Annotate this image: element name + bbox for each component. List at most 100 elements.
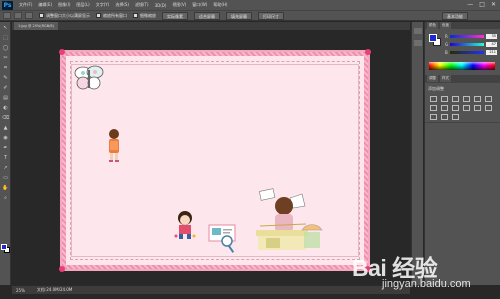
close-button[interactable]: ✕: [491, 0, 496, 10]
tab-adjustments[interactable]: 调整: [427, 75, 438, 82]
menu-image[interactable]: 图像(I): [58, 2, 70, 8]
zoom-in-icon[interactable]: [14, 12, 22, 19]
eyedropper-tool-icon[interactable]: ✎: [1, 75, 10, 82]
panel-dock-strip: [411, 22, 423, 285]
paper-background: [66, 56, 364, 265]
document-canvas[interactable]: [59, 49, 371, 272]
resize-windows-checkbox[interactable]: [39, 13, 44, 18]
zoom-out-icon[interactable]: [25, 12, 33, 19]
threshold-icon[interactable]: [430, 114, 437, 120]
adjustments-panel-tabs: 调整 样式: [425, 75, 500, 82]
menu-window[interactable]: 窗口(W): [192, 2, 207, 8]
path-select-tool-icon[interactable]: ↗: [1, 165, 10, 172]
posterize-icon[interactable]: [485, 105, 492, 111]
healing-tool-icon[interactable]: ✐: [1, 85, 10, 92]
clone-stamp-tool-icon[interactable]: ◐: [1, 105, 10, 112]
eraser-tool-icon[interactable]: ⌫: [1, 115, 10, 122]
green-value-field[interactable]: 47: [486, 41, 497, 47]
maximize-button[interactable]: □: [479, 0, 485, 10]
invert-icon[interactable]: [474, 105, 481, 111]
tab-styles[interactable]: 样式: [440, 75, 451, 82]
girl-backpack-illustration: [109, 129, 119, 162]
menu-type[interactable]: 文字(Y): [96, 2, 110, 8]
gradient-tool-icon[interactable]: ▲: [1, 125, 10, 132]
status-bar: 25% 文档:24.0M/24.0M: [12, 285, 410, 294]
scrubby-zoom-checkbox[interactable]: [133, 13, 138, 18]
menu-edit[interactable]: 编辑(E): [38, 2, 52, 8]
panel-foreground-swatch[interactable]: [429, 34, 437, 42]
document-size-info[interactable]: 文档:24.0M/24.0M: [37, 287, 72, 293]
menu-view[interactable]: 视图(V): [172, 2, 186, 8]
zoom-all-checkbox[interactable]: [96, 13, 101, 18]
options-bar: 调整窗口大小以满屏显示 缩放所有窗口 细微缩放 实际像素 适合屏幕 填充屏幕 打…: [0, 10, 500, 21]
exposure-icon[interactable]: [463, 96, 470, 102]
black-white-icon[interactable]: [441, 105, 448, 111]
workspace-switcher[interactable]: 基本功能: [442, 11, 468, 20]
quick-select-tool-icon[interactable]: ✂: [1, 55, 10, 62]
marquee-tool-icon[interactable]: ⬚: [1, 35, 10, 42]
hue-saturation-icon[interactable]: [485, 96, 492, 102]
selective-color-icon[interactable]: [452, 114, 459, 120]
minimize-button[interactable]: —: [467, 0, 473, 10]
lasso-tool-icon[interactable]: ◯: [1, 45, 10, 52]
menu-layer[interactable]: 图层(L): [76, 2, 89, 8]
gradient-map-icon[interactable]: [441, 114, 448, 120]
student-desk-illustration: [256, 188, 323, 250]
properties-icon[interactable]: [414, 40, 422, 46]
foreground-color-swatch[interactable]: [1, 244, 7, 250]
butterfly-illustration: [74, 65, 104, 90]
document-tab-bar: 1.jpg @ 25%(RGB/8): [12, 22, 410, 30]
menu-3d[interactable]: 3D(D): [155, 3, 167, 8]
menu-filter[interactable]: 滤镜(T): [135, 2, 149, 8]
tab-swatches[interactable]: 色板: [440, 22, 451, 29]
history-icon[interactable]: [414, 28, 422, 34]
menu-help[interactable]: 帮助(H): [213, 2, 227, 8]
adjustments-panel: 添加调整: [425, 82, 500, 122]
window-controls: — □ ✕: [467, 0, 496, 10]
color-balance-icon[interactable]: [430, 105, 437, 111]
blue-value-field[interactable]: 211: [486, 49, 497, 55]
brush-tool-icon[interactable]: ▤: [1, 95, 10, 102]
brightness-icon[interactable]: [430, 96, 437, 102]
fit-screen-button[interactable]: 适合屏幕: [194, 11, 220, 20]
zoom-tool-icon[interactable]: [3, 12, 11, 19]
hand-tool-icon[interactable]: ✋: [1, 185, 10, 192]
fill-screen-button[interactable]: 填充屏幕: [226, 11, 252, 20]
zoom-tool-panel-icon[interactable]: ⌕: [1, 195, 10, 202]
corner-dot-bottom-left: [59, 266, 65, 272]
corner-dot-top-right: [365, 49, 371, 55]
red-value-field[interactable]: 35: [486, 33, 497, 39]
curves-icon[interactable]: [452, 96, 459, 102]
levels-icon[interactable]: [441, 96, 448, 102]
tab-color[interactable]: 颜色: [427, 22, 438, 29]
zoom-level[interactable]: 25%: [16, 288, 25, 293]
menu-file[interactable]: 文件(F): [19, 2, 32, 8]
green-slider[interactable]: [450, 42, 484, 46]
type-tool-icon[interactable]: T: [1, 155, 10, 162]
document-tab[interactable]: 1.jpg @ 25%(RGB/8): [14, 22, 58, 30]
crop-tool-icon[interactable]: ⌗: [1, 65, 10, 72]
zoom-all-label: 缩放所有窗口: [103, 12, 127, 18]
photoshop-window: Ps 文件(F) 编辑(E) 图像(I) 图层(L) 文字(Y) 选择(S) 滤…: [0, 0, 500, 299]
print-size-button[interactable]: 打印尺寸: [258, 11, 284, 20]
menu-bar: Ps 文件(F) 编辑(E) 图像(I) 图层(L) 文字(Y) 选择(S) 滤…: [0, 0, 500, 10]
pen-tool-icon[interactable]: ✒: [1, 145, 10, 152]
corner-dot-top-left: [59, 49, 65, 55]
blue-label: B: [445, 49, 448, 55]
menu-select[interactable]: 选择(S): [115, 2, 129, 8]
color-panel-tabs: 颜色 色板: [425, 22, 500, 29]
actual-pixels-button[interactable]: 实际像素: [162, 11, 188, 20]
canvas-area[interactable]: [12, 30, 410, 285]
blue-slider-row: B 211: [445, 49, 499, 55]
move-tool-icon[interactable]: ↖: [1, 25, 10, 32]
adjustments-title: 添加调整: [428, 86, 444, 91]
channel-mixer-icon[interactable]: [463, 105, 470, 111]
vibrance-icon[interactable]: [474, 96, 481, 102]
resize-windows-label: 调整窗口大小以满屏显示: [46, 12, 90, 18]
shape-tool-icon[interactable]: ▭: [1, 175, 10, 182]
red-slider[interactable]: [450, 34, 484, 38]
dodge-tool-icon[interactable]: ◉: [1, 135, 10, 142]
kid-illustration: [174, 211, 196, 239]
blue-slider[interactable]: [450, 50, 484, 54]
photo-filter-icon[interactable]: [452, 105, 459, 111]
